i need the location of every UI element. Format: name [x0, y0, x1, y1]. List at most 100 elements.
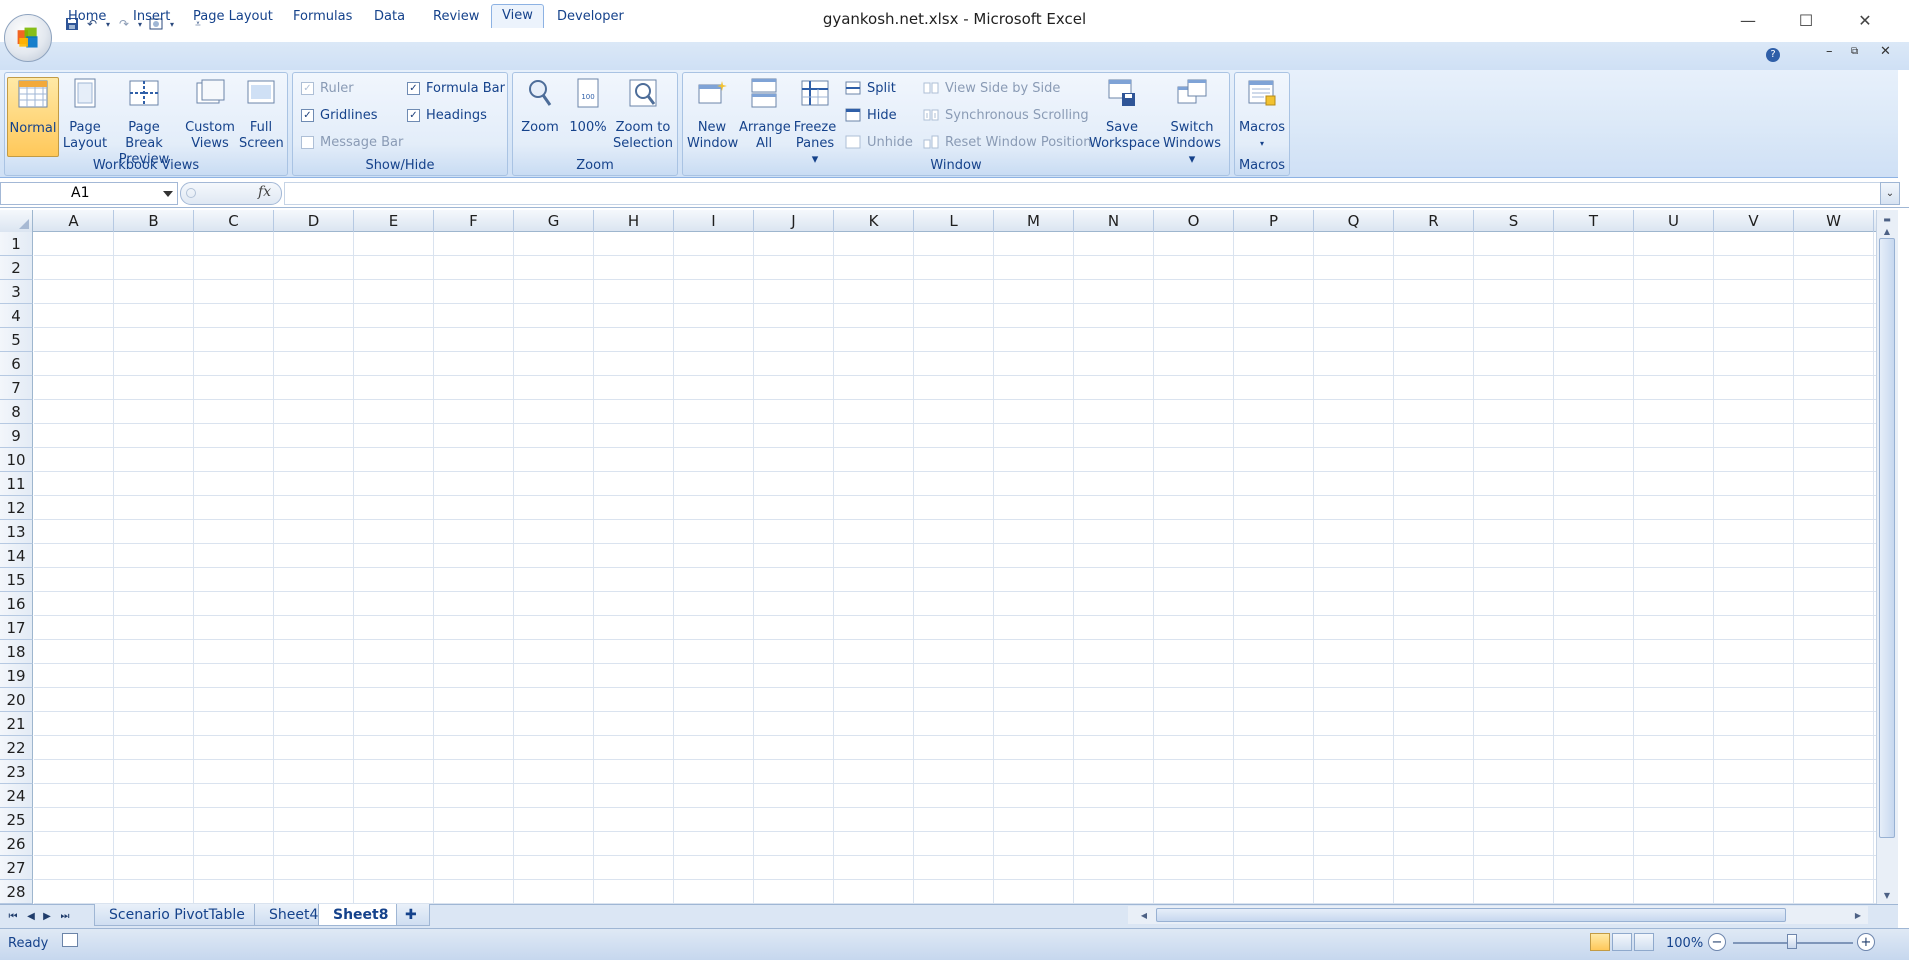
sheet-tab-sheet8[interactable]: Sheet8 [318, 904, 404, 926]
workbook-close-icon[interactable]: ✕ [1880, 44, 1891, 59]
row-header-13[interactable]: 13 [0, 520, 33, 544]
row-header-12[interactable]: 12 [0, 496, 33, 520]
name-box[interactable]: A1 [0, 182, 178, 205]
column-header-n[interactable]: N [1074, 210, 1154, 232]
synchronous-scrolling-button[interactable]: Synchronous Scrolling [923, 105, 1089, 125]
column-header-u[interactable]: U [1634, 210, 1714, 232]
formula-bar-expand-button[interactable]: ⌄ [1880, 182, 1900, 205]
column-header-h[interactable]: H [594, 210, 674, 232]
page-layout-status-icon[interactable] [1612, 933, 1632, 951]
row-header-25[interactable]: 25 [0, 808, 33, 832]
row-header-26[interactable]: 26 [0, 832, 33, 856]
custom-views-button[interactable]: Custom Views [185, 77, 235, 152]
tab-page-layout[interactable]: Page Layout [183, 6, 283, 28]
column-header-r[interactable]: R [1394, 210, 1474, 232]
column-header-e[interactable]: E [354, 210, 434, 232]
headings-checkbox[interactable]: ✓ Headings [407, 105, 487, 125]
gridlines-checkbox[interactable]: ✓ Gridlines [301, 105, 378, 125]
row-header-15[interactable]: 15 [0, 568, 33, 592]
row-header-16[interactable]: 16 [0, 592, 33, 616]
row-header-8[interactable]: 8 [0, 400, 33, 424]
row-header-14[interactable]: 14 [0, 544, 33, 568]
scroll-left-icon[interactable]: ◀ [1136, 908, 1152, 922]
switch-windows-button[interactable]: Switch Windows ▾ [1159, 77, 1225, 168]
office-button[interactable] [4, 14, 52, 62]
page-layout-view-button[interactable]: Page Layout [61, 77, 109, 152]
zoom-in-icon[interactable]: + [1857, 933, 1875, 951]
zoom-button[interactable]: Zoom [519, 77, 561, 136]
row-header-27[interactable]: 27 [0, 856, 33, 880]
row-header-23[interactable]: 23 [0, 760, 33, 784]
arrange-all-button[interactable]: Arrange All [739, 77, 791, 152]
tab-developer[interactable]: Developer [547, 6, 634, 28]
row-header-6[interactable]: 6 [0, 352, 33, 376]
zoom-to-selection-button[interactable]: Zoom to Selection [613, 77, 673, 152]
zoom-slider-thumb[interactable] [1787, 934, 1797, 949]
column-header-b[interactable]: B [114, 210, 194, 232]
row-header-19[interactable]: 19 [0, 664, 33, 688]
full-screen-button[interactable]: Full Screen [239, 77, 284, 152]
column-header-v[interactable]: V [1714, 210, 1794, 232]
tab-insert[interactable]: Insert [123, 6, 180, 28]
close-button[interactable]: ✕ [1845, 8, 1885, 32]
macros-button[interactable]: Macros ▾ [1238, 77, 1286, 152]
row-header-20[interactable]: 20 [0, 688, 33, 712]
minimize-button[interactable]: — [1728, 8, 1768, 32]
name-box-dropdown-icon[interactable] [163, 191, 173, 197]
column-header-p[interactable]: P [1234, 210, 1314, 232]
row-header-4[interactable]: 4 [0, 304, 33, 328]
column-header-w[interactable]: W [1794, 210, 1874, 232]
view-side-by-side-button[interactable]: View Side by Side [923, 78, 1060, 98]
formula-bar-checkbox[interactable]: ✓ Formula Bar [407, 78, 505, 98]
help-icon[interactable]: ? [1766, 48, 1780, 62]
first-sheet-icon[interactable]: ⏮ [6, 909, 20, 923]
column-header-q[interactable]: Q [1314, 210, 1394, 232]
column-header-k[interactable]: K [834, 210, 914, 232]
unhide-button[interactable]: Unhide [845, 132, 913, 152]
zoom-level[interactable]: 100% [1666, 936, 1703, 951]
row-header-18[interactable]: 18 [0, 640, 33, 664]
row-header-10[interactable]: 10 [0, 448, 33, 472]
next-sheet-icon[interactable]: ▶ [40, 909, 54, 923]
page-break-status-icon[interactable] [1634, 933, 1654, 951]
scroll-down-icon[interactable]: ▼ [1879, 888, 1895, 902]
column-header-m[interactable]: M [994, 210, 1074, 232]
column-header-l[interactable]: L [914, 210, 994, 232]
insert-function-icon[interactable]: fx [258, 184, 271, 200]
zoom-out-icon[interactable]: − [1708, 933, 1726, 951]
split-button[interactable]: Split [845, 78, 896, 98]
save-workspace-button[interactable]: Save Workspace [1089, 77, 1160, 152]
page-break-preview-button[interactable]: Page Break Preview [109, 77, 179, 168]
row-header-21[interactable]: 21 [0, 712, 33, 736]
row-header-5[interactable]: 5 [0, 328, 33, 352]
ruler-checkbox[interactable]: ✓ Ruler [301, 78, 354, 98]
last-sheet-icon[interactable]: ⏭ [58, 909, 72, 923]
formula-collapse-icon[interactable] [186, 188, 196, 198]
column-header-s[interactable]: S [1474, 210, 1554, 232]
cell-area[interactable] [34, 232, 1876, 904]
column-header-j[interactable]: J [754, 210, 834, 232]
column-header-i[interactable]: I [674, 210, 754, 232]
row-header-7[interactable]: 7 [0, 376, 33, 400]
column-header-t[interactable]: T [1554, 210, 1634, 232]
tab-data[interactable]: Data [364, 6, 415, 28]
row-header-24[interactable]: 24 [0, 784, 33, 808]
row-header-17[interactable]: 17 [0, 616, 33, 640]
freeze-panes-button[interactable]: Freeze Panes ▾ [791, 77, 839, 168]
row-header-2[interactable]: 2 [0, 256, 33, 280]
hide-button[interactable]: Hide [845, 105, 897, 125]
normal-view-status-icon[interactable] [1590, 933, 1610, 951]
scroll-right-icon[interactable]: ▶ [1850, 908, 1866, 922]
row-header-28[interactable]: 28 [0, 880, 33, 904]
row-header-1[interactable]: 1 [0, 232, 33, 256]
row-header-3[interactable]: 3 [0, 280, 33, 304]
reset-window-position-button[interactable]: Reset Window Position [923, 132, 1091, 152]
zoom-100-button[interactable]: 100 100% [567, 77, 609, 136]
select-all-button[interactable] [0, 210, 33, 232]
tab-home[interactable]: Home [58, 6, 116, 28]
row-header-11[interactable]: 11 [0, 472, 33, 496]
column-header-a[interactable]: A [34, 210, 114, 232]
horizontal-scroll-thumb[interactable] [1156, 908, 1786, 922]
message-bar-checkbox[interactable]: Message Bar [301, 132, 403, 152]
workbook-restore-icon[interactable]: ⧉ [1851, 46, 1858, 57]
